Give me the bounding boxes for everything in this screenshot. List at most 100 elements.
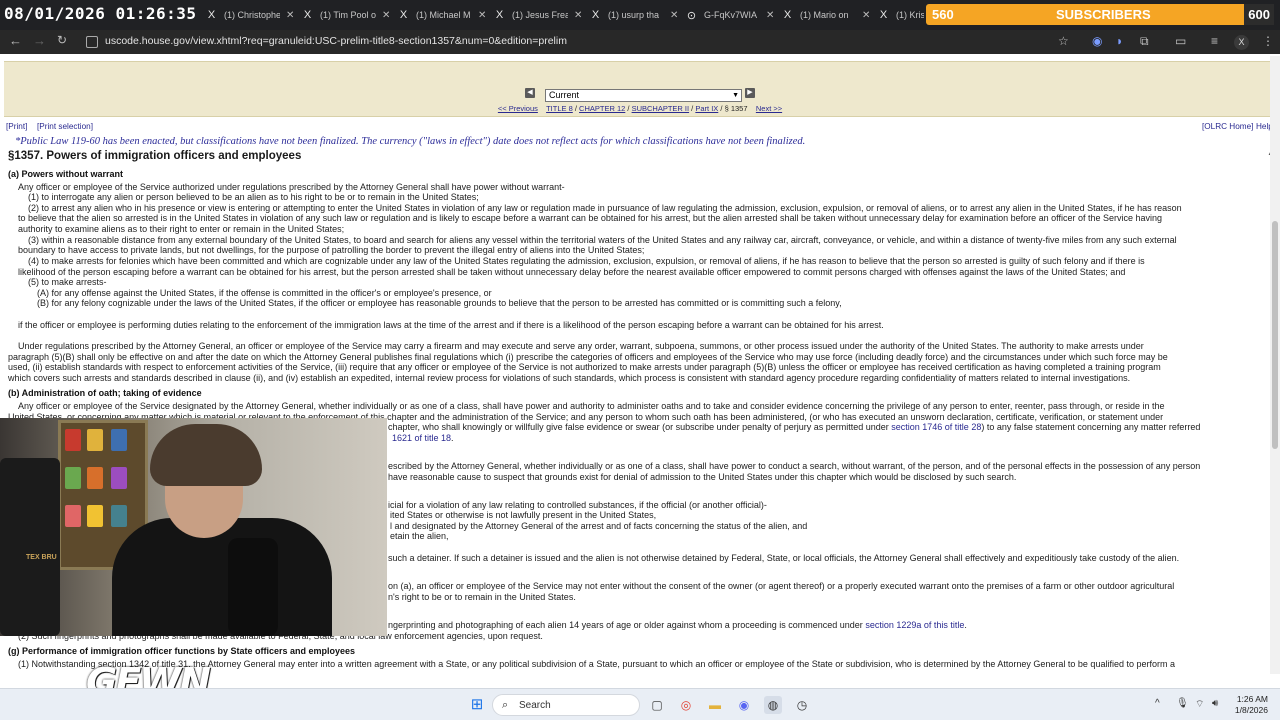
browser-tab-strip: 08/01/2026 01:26:35 X (1) Christophe ✕ X (1… bbox=[0, 0, 1280, 30]
text-line: chapter, who shall knowingly or willfull… bbox=[388, 422, 1200, 433]
browser-toolbar: ← → ↻ uscode.house.gov/view.xhtml?req=gr… bbox=[0, 30, 1280, 54]
webcam-overlay: TEX BRU bbox=[0, 418, 387, 636]
previous-link[interactable]: << Previous bbox=[498, 104, 538, 113]
x-logo-icon: X bbox=[399, 9, 408, 21]
cross-reference-link[interactable]: section 1746 of title 28 bbox=[891, 422, 981, 432]
close-tab-icon[interactable]: ✕ bbox=[286, 10, 294, 21]
scrollbar-thumb[interactable] bbox=[1272, 221, 1278, 449]
subchapter-link[interactable]: SUBCHAPTER II bbox=[632, 104, 690, 113]
tray-overflow-icon[interactable]: ^ bbox=[1155, 698, 1160, 709]
heading-g: (g) Performance of immigration officer f… bbox=[8, 646, 356, 656]
text-fragment: ) to any false statement concerning any … bbox=[981, 422, 1201, 432]
clock-app-icon[interactable]: ◷ bbox=[793, 696, 811, 714]
browser-tab[interactable]: X (1) Christophe ✕ bbox=[205, 5, 295, 25]
close-tab-icon[interactable]: ✕ bbox=[478, 10, 486, 21]
bookmark-star-icon[interactable]: ☆ bbox=[1058, 34, 1069, 48]
title-link[interactable]: TITLE 8 bbox=[546, 104, 573, 113]
section-title: §1357. Powers of immigration officers an… bbox=[8, 150, 302, 162]
close-tab-icon[interactable]: ✕ bbox=[766, 10, 774, 21]
print-link[interactable]: [Print] bbox=[6, 122, 27, 131]
subscriber-goal-overlay: 560 SUBSCRIBERS 600 bbox=[926, 4, 1274, 25]
close-tab-icon[interactable]: ✕ bbox=[670, 10, 678, 21]
tab-title: (1) Christophe bbox=[224, 10, 280, 20]
obs-icon[interactable]: ◍ bbox=[764, 696, 782, 714]
page-scrollbar[interactable] bbox=[1270, 56, 1280, 674]
tab-title: (1) Michael M bbox=[416, 10, 471, 20]
browser-tab[interactable]: X (1) Jesus Frea ✕ bbox=[493, 5, 583, 25]
browser-tab[interactable]: X (1) usurp tha ✕ bbox=[589, 5, 679, 25]
tab-title: (1) Mario on bbox=[800, 10, 849, 20]
volume-icon[interactable]: 🔊︎ bbox=[1212, 698, 1218, 709]
text-line: n's right to be or to remain in the Unit… bbox=[388, 592, 576, 602]
extensions-puzzle-icon[interactable]: ⧉ bbox=[1140, 34, 1149, 49]
profile-avatar[interactable]: X bbox=[1234, 35, 1249, 50]
browser-tab[interactable]: X (1) Mario on ✕ bbox=[781, 5, 871, 25]
cross-reference-link[interactable]: section 1229a of this title bbox=[865, 620, 964, 630]
subscriber-label: SUBSCRIBERS bbox=[1056, 7, 1151, 22]
stream-clock-overlay: 08/01/2026 01:26:35 bbox=[4, 4, 197, 23]
address-bar[interactable]: uscode.house.gov/view.xhtml?req=granulei… bbox=[105, 35, 567, 47]
chair-logo-text: TEX BRU bbox=[26, 554, 57, 561]
text-line: used, (ii) establish standards with resp… bbox=[8, 362, 1161, 372]
screen: 08/01/2026 01:26:35 X (1) Christophe ✕ X (1… bbox=[0, 0, 1280, 720]
task-view-icon[interactable]: ▢ bbox=[648, 696, 666, 714]
currency-notice: *Public Law 119-60 has been enacted, but… bbox=[15, 136, 806, 147]
help-link[interactable]: Help bbox=[1256, 122, 1270, 131]
network-icon[interactable]: ⌔ bbox=[1195, 698, 1204, 711]
cross-reference-link[interactable]: 1621 of title 18 bbox=[392, 433, 451, 443]
text-line: l and designated by the Attorney General… bbox=[390, 521, 808, 531]
text-line: (2) to arrest any alien who in his prese… bbox=[28, 203, 1182, 213]
reload-icon[interactable]: ↻ bbox=[57, 33, 67, 47]
close-tab-icon[interactable]: ✕ bbox=[574, 10, 582, 21]
print-selection-link[interactable]: [Print selection] bbox=[37, 122, 93, 131]
browser-tab[interactable]: ⊙ G-FqKv7WIA ✕ bbox=[685, 5, 775, 25]
text-line: if the officer or employee is performing… bbox=[18, 320, 884, 330]
browser-tab[interactable]: X (1) Kristi bbox=[877, 5, 924, 25]
edition-select[interactable]: Current ▼ bbox=[545, 89, 742, 102]
text-line: escribed by the Attorney General, whethe… bbox=[388, 461, 1201, 471]
navigation-box: ◀ Current ▼ ▶ << Previous TITLE 8 / CHAPT… bbox=[4, 61, 1270, 117]
start-button-icon[interactable]: ⊞ bbox=[468, 696, 486, 714]
next-link[interactable]: Next >> bbox=[756, 104, 782, 113]
text-line: (A) for any offense against the United S… bbox=[37, 288, 492, 298]
text-line: icial for a violation of any law relatin… bbox=[388, 500, 767, 510]
chapter-link[interactable]: CHAPTER 12 bbox=[579, 104, 625, 113]
current-section: § 1357 bbox=[724, 104, 748, 113]
close-tab-icon[interactable]: ✕ bbox=[382, 10, 390, 21]
close-tab-icon[interactable]: ✕ bbox=[862, 10, 870, 21]
taskbar-date: 1/8/2026 bbox=[1234, 705, 1268, 715]
x-logo-icon: X bbox=[879, 9, 888, 21]
next-arrow-icon[interactable]: ▶ bbox=[745, 88, 755, 98]
text-line: to believe that the alien so arrested is… bbox=[18, 213, 1163, 223]
previous-arrow-icon[interactable]: ◀ bbox=[525, 88, 535, 98]
text-line: such a detainer. If such a detainer is i… bbox=[388, 553, 1180, 563]
taskbar-search[interactable]: ⌕ Search bbox=[492, 694, 640, 716]
extension-icon[interactable]: ◉ bbox=[1092, 34, 1102, 48]
extension-icon[interactable]: ◗ bbox=[1116, 34, 1123, 48]
chevron-down-icon: ▼ bbox=[732, 92, 739, 99]
text-line: etain the alien, bbox=[390, 531, 449, 541]
forward-icon[interactable]: → bbox=[33, 33, 46, 48]
site-info-icon[interactable] bbox=[86, 36, 98, 48]
chrome-icon[interactable]: ◎ bbox=[677, 696, 695, 714]
olrc-home-link[interactable]: [OLRC Home] bbox=[1202, 122, 1253, 131]
back-icon[interactable]: ← bbox=[9, 33, 22, 48]
subscriber-count: 560 bbox=[932, 7, 954, 22]
tab-title: (1) Kristi bbox=[896, 10, 924, 20]
text-line: which covers such arrests and standards … bbox=[8, 373, 1131, 383]
part-link[interactable]: Part IX bbox=[695, 104, 718, 113]
breadcrumb: << Previous TITLE 8 / CHAPTER 12 / SUBCH… bbox=[497, 104, 783, 113]
tab-title: G-FqKv7WIA bbox=[704, 10, 758, 20]
heading-b: (b) Administration of oath; taking of ev… bbox=[8, 388, 202, 398]
browser-tab[interactable]: X (1) Michael M ✕ bbox=[397, 5, 487, 25]
kebab-menu-icon[interactable]: ⋮ bbox=[1262, 34, 1274, 48]
text-line: likelihood of the person escaping before… bbox=[18, 267, 1126, 277]
file-explorer-icon[interactable]: ▬ bbox=[706, 696, 724, 714]
browser-tab[interactable]: X (1) Tim Pool o ✕ bbox=[301, 5, 391, 25]
text-line: (1) to interrogate any alien or person b… bbox=[28, 192, 479, 202]
microphone-icon[interactable]: 🎙︎ bbox=[1176, 698, 1189, 709]
discord-icon[interactable]: ◉ bbox=[735, 696, 753, 714]
cast-icon[interactable]: ▭ bbox=[1175, 34, 1186, 48]
taskbar-clock[interactable]: 1:26 AM 1/8/2026 bbox=[1228, 694, 1268, 716]
media-control-icon[interactable]: ≡ bbox=[1211, 34, 1218, 48]
